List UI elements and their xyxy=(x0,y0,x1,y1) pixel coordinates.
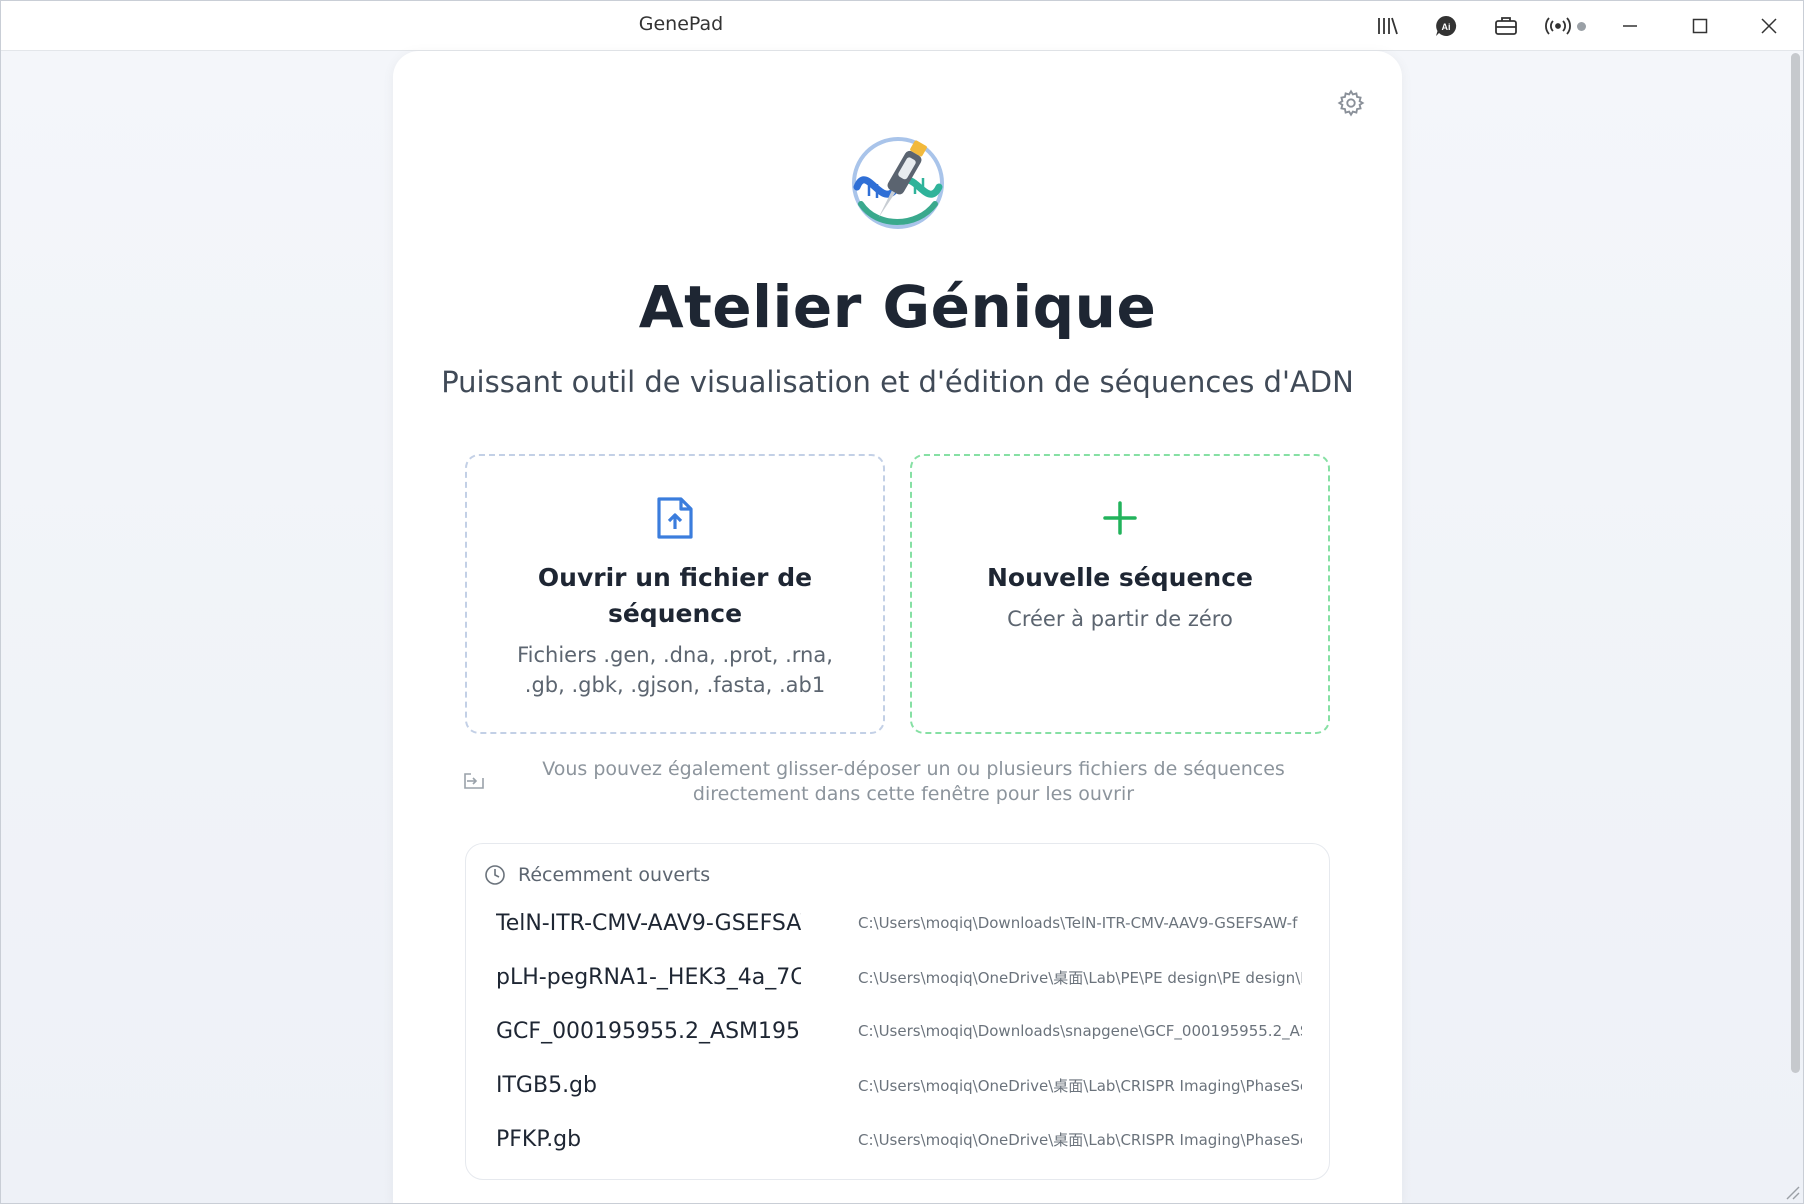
recent-file-path: C:\Users\moqiq\OneDrive\桌面\Lab\CRISPR Im… xyxy=(858,1076,1302,1095)
page-subtitle: Puissant outil de visualisation et d'édi… xyxy=(441,365,1354,399)
open-file-title: Ouvrir un fichier de séquence xyxy=(537,563,813,628)
library-icon[interactable] xyxy=(1371,11,1405,41)
new-sequence-button[interactable]: Nouvelle séquence Créer à partir de zéro xyxy=(910,454,1330,734)
recent-file-path: C:\Users\moqiq\OneDrive\桌面\Lab\CRISPR Im… xyxy=(858,1130,1302,1149)
recent-file-item[interactable]: TelN-ITR-CMV-AAV9-GSEFSAW-fl C:\Users\mo… xyxy=(466,898,1329,948)
gear-icon xyxy=(1337,89,1365,117)
recent-files-title: Récemment ouverts xyxy=(518,864,711,886)
window-title: GenePad xyxy=(638,13,724,35)
recent-file-item[interactable]: PFKP.gb C:\Users\moqiq\OneDrive\桌面\Lab\C… xyxy=(466,1114,1329,1164)
app-window: GenePad Ai Atelier Génique Puissant outi… xyxy=(0,0,1804,1204)
page-title: Atelier Génique xyxy=(638,273,1157,341)
maximize-icon[interactable] xyxy=(1683,11,1717,41)
recent-files-header: Récemment ouverts xyxy=(484,864,710,886)
settings-button[interactable] xyxy=(1334,86,1368,120)
new-sequence-description: Créer à partir de zéro xyxy=(1007,607,1233,631)
clock-icon xyxy=(485,865,505,885)
open-file-button[interactable]: Ouvrir un fichier de séquence Fichiers .… xyxy=(465,454,885,734)
recent-files-panel: Récemment ouverts TelN-ITR-CMV-AAV9-GSEF… xyxy=(465,843,1330,1180)
svg-text:Ai: Ai xyxy=(1442,22,1451,32)
new-sequence-title: Nouvelle séquence xyxy=(986,563,1253,592)
broadcast-icon[interactable] xyxy=(1541,11,1575,41)
connection-status-dot xyxy=(1577,22,1586,31)
recent-file-name: GCF_000195955.2_ASM19595v2_g xyxy=(496,1018,801,1044)
vertical-scrollbar[interactable] xyxy=(1791,53,1800,1073)
recent-file-name: ITGB5.gb xyxy=(496,1072,597,1098)
recent-file-item[interactable]: pLH-pegRNA1-_HEK3_4a_7CtoG-I C:\Users\mo… xyxy=(466,952,1329,1002)
resize-grip-icon[interactable] xyxy=(1781,1181,1801,1201)
toolbox-icon[interactable] xyxy=(1489,11,1523,41)
drop-file-icon xyxy=(463,771,487,795)
title-bar: GenePad Ai xyxy=(1,1,1803,51)
recent-file-item[interactable]: ITGB5.gb C:\Users\moqiq\OneDrive\桌面\Lab\… xyxy=(466,1060,1329,1110)
file-upload-icon xyxy=(651,494,699,542)
recent-file-path: C:\Users\moqiq\Downloads\snapgene\GCF_00… xyxy=(858,1022,1302,1040)
recent-file-name: pLH-pegRNA1-_HEK3_4a_7CtoG-I xyxy=(496,964,801,990)
ai-chat-icon[interactable]: Ai xyxy=(1429,11,1463,41)
app-logo xyxy=(847,132,949,234)
drop-hint: Vous pouvez également glisser-déposer un… xyxy=(463,757,1328,807)
recent-file-item[interactable]: GCF_000195955.2_ASM19595v2_g C:\Users\mo… xyxy=(466,1006,1329,1056)
recent-file-path: C:\Users\moqiq\Downloads\TelN-ITR-CMV-AA… xyxy=(858,914,1298,932)
open-file-description: Fichiers .gen, .dna, .prot, .rna, .gb, .… xyxy=(517,643,833,697)
recent-file-name: TelN-ITR-CMV-AAV9-GSEFSAW-fl xyxy=(496,910,801,936)
minimize-icon[interactable] xyxy=(1613,11,1647,41)
recent-file-path: C:\Users\moqiq\OneDrive\桌面\Lab\PE\PE des… xyxy=(858,968,1302,987)
drop-hint-text: Vous pouvez également glisser-déposer un… xyxy=(542,758,1285,805)
plus-icon xyxy=(1096,494,1144,542)
close-icon[interactable] xyxy=(1752,11,1786,41)
recent-file-name: PFKP.gb xyxy=(496,1126,582,1152)
